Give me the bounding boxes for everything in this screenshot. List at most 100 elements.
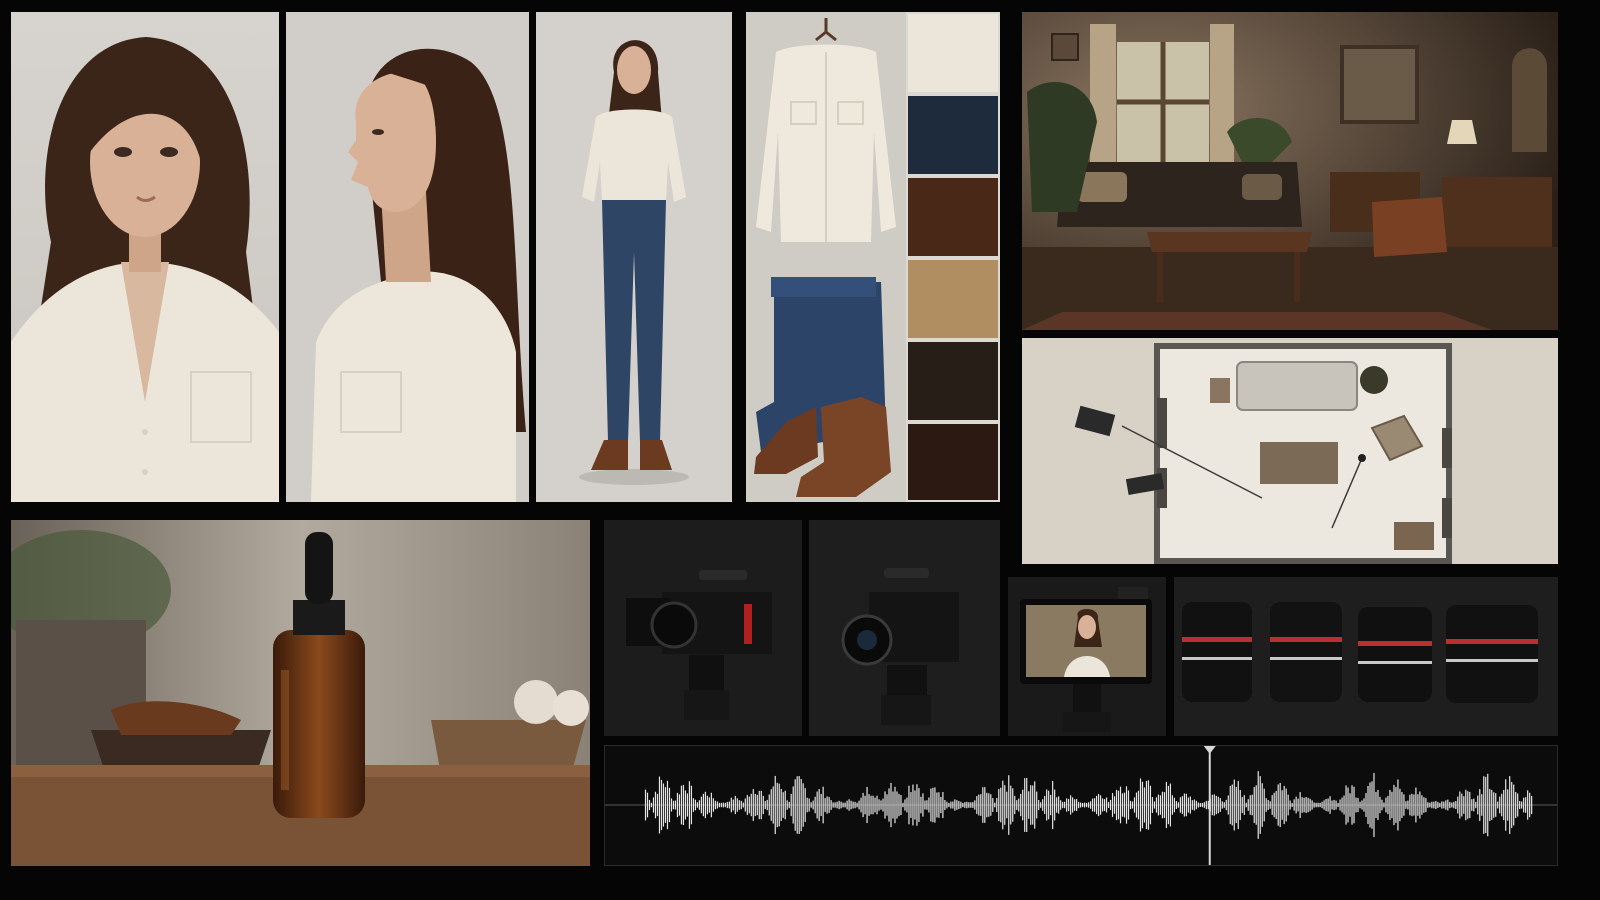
waveform-bar [1263,788,1265,822]
waveform-bar [770,789,772,821]
waveform-bar [1165,781,1168,829]
waveform-bar [1080,802,1082,808]
waveform-bar [1193,799,1195,811]
waveform-bar [1091,798,1094,812]
waveform-bar [1078,801,1080,809]
waveform-bar [910,792,912,818]
waveform-bar [1495,793,1497,817]
waveform-bar [840,801,842,809]
waveform-bar [990,794,992,816]
waveform-bar [668,787,671,823]
waveform-bar [1305,797,1307,813]
waveform-bar [914,790,916,820]
waveform-bar [1056,797,1058,813]
waveform-bar [1020,793,1022,817]
waveform-bar [1483,776,1485,834]
waveform-bar [838,800,840,810]
waveform-bar [958,801,960,809]
waveform-bar [1443,801,1445,809]
waveform-bar [758,790,760,820]
waveform-bar [1068,798,1070,812]
waveform-bar [808,798,810,812]
waveform-bar [648,799,651,811]
waveform-bar [1301,797,1303,813]
waveform-bar [666,780,669,830]
waveform-bar [1485,776,1487,834]
waveform-bar [1000,787,1002,823]
waveform-bar [1036,791,1038,819]
waveform-bar [1163,792,1166,818]
waveform-bar [1177,802,1179,808]
waveform-bar [778,783,780,827]
waveform-bar [1515,791,1517,819]
waveform-bar [1359,801,1361,809]
waveform-bar [768,794,770,816]
waveform-bar [658,776,661,834]
waveform-bar [1111,793,1114,817]
waveform-bar [1399,788,1401,822]
waveform-bar [1455,800,1457,810]
waveform-bar [960,801,962,809]
waveform-bar [1347,787,1349,823]
audio-waveform [605,746,1557,865]
waveform-bar [1173,797,1176,813]
waveform-bar [1103,799,1106,811]
waveform-bar [1239,790,1241,820]
waveform-bar [1135,792,1138,818]
waveform-bar [1189,796,1191,814]
waveform-bar [774,775,776,835]
waveform-bar [850,800,852,810]
playhead-marker-icon[interactable] [1203,746,1216,754]
waveform-bar [916,784,918,826]
waveform-bar [1199,803,1201,807]
color-swatch [908,178,998,256]
waveform-bar [1227,795,1229,815]
waveform-bar [1259,776,1261,834]
waveform-bar [1133,797,1136,813]
waveform-bar [812,800,814,810]
waveform-bar [686,793,689,817]
waveform-bar [1161,791,1164,819]
waveform-bar [1431,801,1433,809]
waveform-bar [1261,783,1263,827]
waveform-bar [1159,795,1162,815]
waveform-bar [1113,796,1116,814]
waveform-bar [894,786,896,824]
waveform-bar [1097,793,1100,817]
waveform-bar [906,797,908,813]
waveform-bar [1185,793,1187,817]
waveform-bar [1233,779,1235,831]
waveform-bar [878,799,880,811]
waveform-bar [996,797,998,813]
waveform-bar [1139,778,1142,832]
waveform-bar [1275,791,1277,819]
waveform-bar [1153,801,1156,809]
waveform-bar [920,796,922,814]
color-swatch [908,96,998,174]
waveform-bar [1391,791,1393,819]
waveform-bar [826,796,828,814]
lens-icon [1270,602,1342,702]
waveform-bar [772,786,774,824]
waveform-bar [1183,793,1185,817]
waveform-bar [1219,798,1221,812]
waveform-bar [1129,800,1132,810]
waveform-bar [684,790,687,820]
waveform-bar [1127,790,1130,820]
living-room-panel [1022,12,1558,330]
waveform-bar [1465,789,1467,821]
waveform-bar [740,800,742,810]
waveform-bar [672,800,675,810]
waveform-bar [1381,799,1383,811]
waveform-bar [1101,798,1104,812]
waveform-bar [998,789,1000,821]
waveform-bar [1417,794,1419,816]
waveform-bar [1155,797,1158,813]
floor-plan-panel [1022,338,1558,564]
waveform-bar [1327,798,1329,812]
waveform-bar [1513,784,1515,826]
waveform-bar [1157,794,1160,816]
product-panel [11,520,590,866]
waveform-bar [1050,794,1052,816]
waveform-bar [702,793,704,817]
